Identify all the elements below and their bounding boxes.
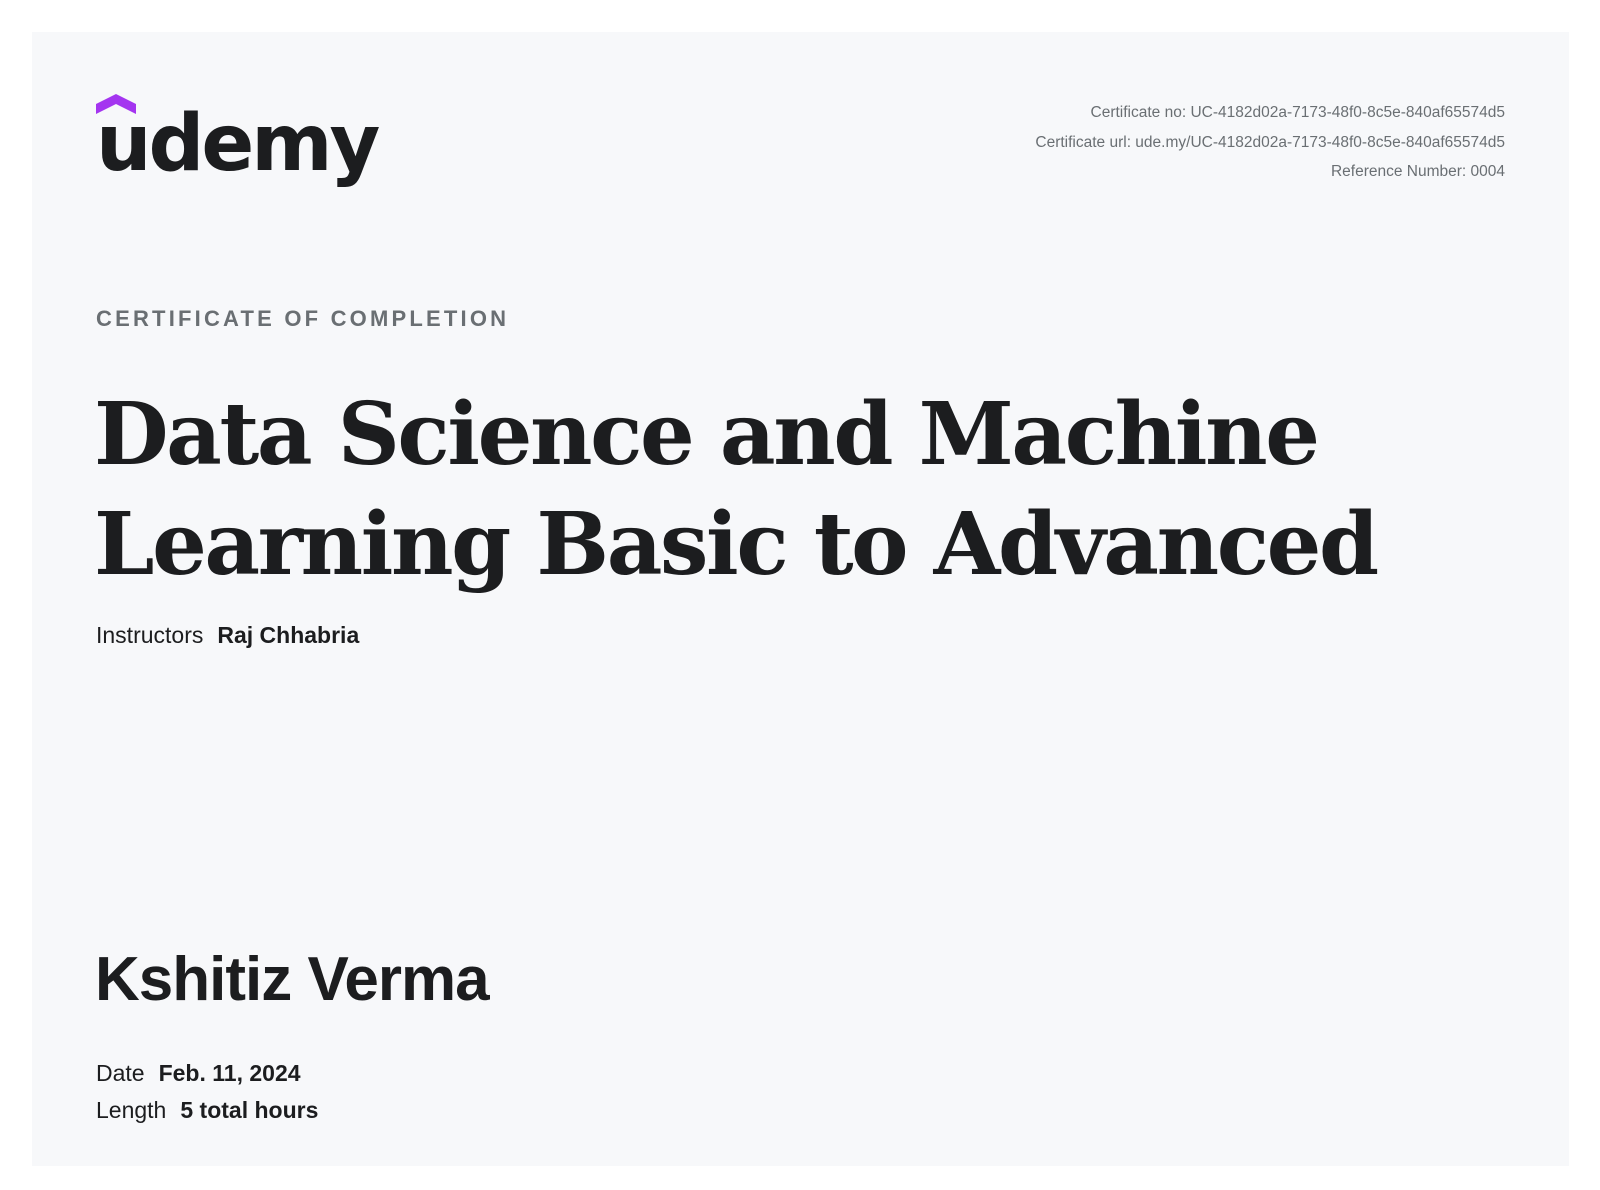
certificate-url[interactable]: Certificate url: ude.my/UC-4182d02a-7173…: [1035, 128, 1505, 158]
logo-wordmark: udemy: [96, 99, 380, 189]
instructors-label: Instructors: [96, 622, 204, 648]
udemy-logo: udemy: [96, 92, 380, 192]
instructors-row: Instructors Raj Chhabria: [96, 622, 359, 649]
instructor-name: Raj Chhabria: [217, 622, 360, 648]
reference-number: Reference Number: 0004: [1330, 163, 1505, 180]
certificate: udemy Certificate no: UC-4182d02a-7173-4…: [32, 32, 1569, 1166]
certificate-meta: Certificate no: UC-4182d02a-7173-48f0-8c…: [1035, 98, 1505, 187]
certificate-eyebrow: CERTIFICATE OF COMPLETION: [96, 306, 510, 331]
length-value: 5 total hours: [180, 1097, 319, 1123]
date-row: Date Feb. 11, 2024: [96, 1060, 301, 1087]
length-row: Length 5 total hours: [96, 1097, 318, 1124]
recipient-name: Kshitiz Verma: [95, 945, 490, 1014]
length-label: Length: [96, 1097, 167, 1123]
date-label: Date: [96, 1060, 145, 1086]
date-value: Feb. 11, 2024: [158, 1060, 301, 1086]
course-title-line-1: Data Science and Machine: [94, 384, 1320, 485]
course-title: Data Science and Machine Learning Basic …: [94, 380, 1454, 600]
course-title-line-2: Learning Basic to Advanced: [94, 494, 1379, 595]
certificate-number: Certificate no: UC-4182d02a-7173-48f0-8c…: [1090, 104, 1505, 121]
